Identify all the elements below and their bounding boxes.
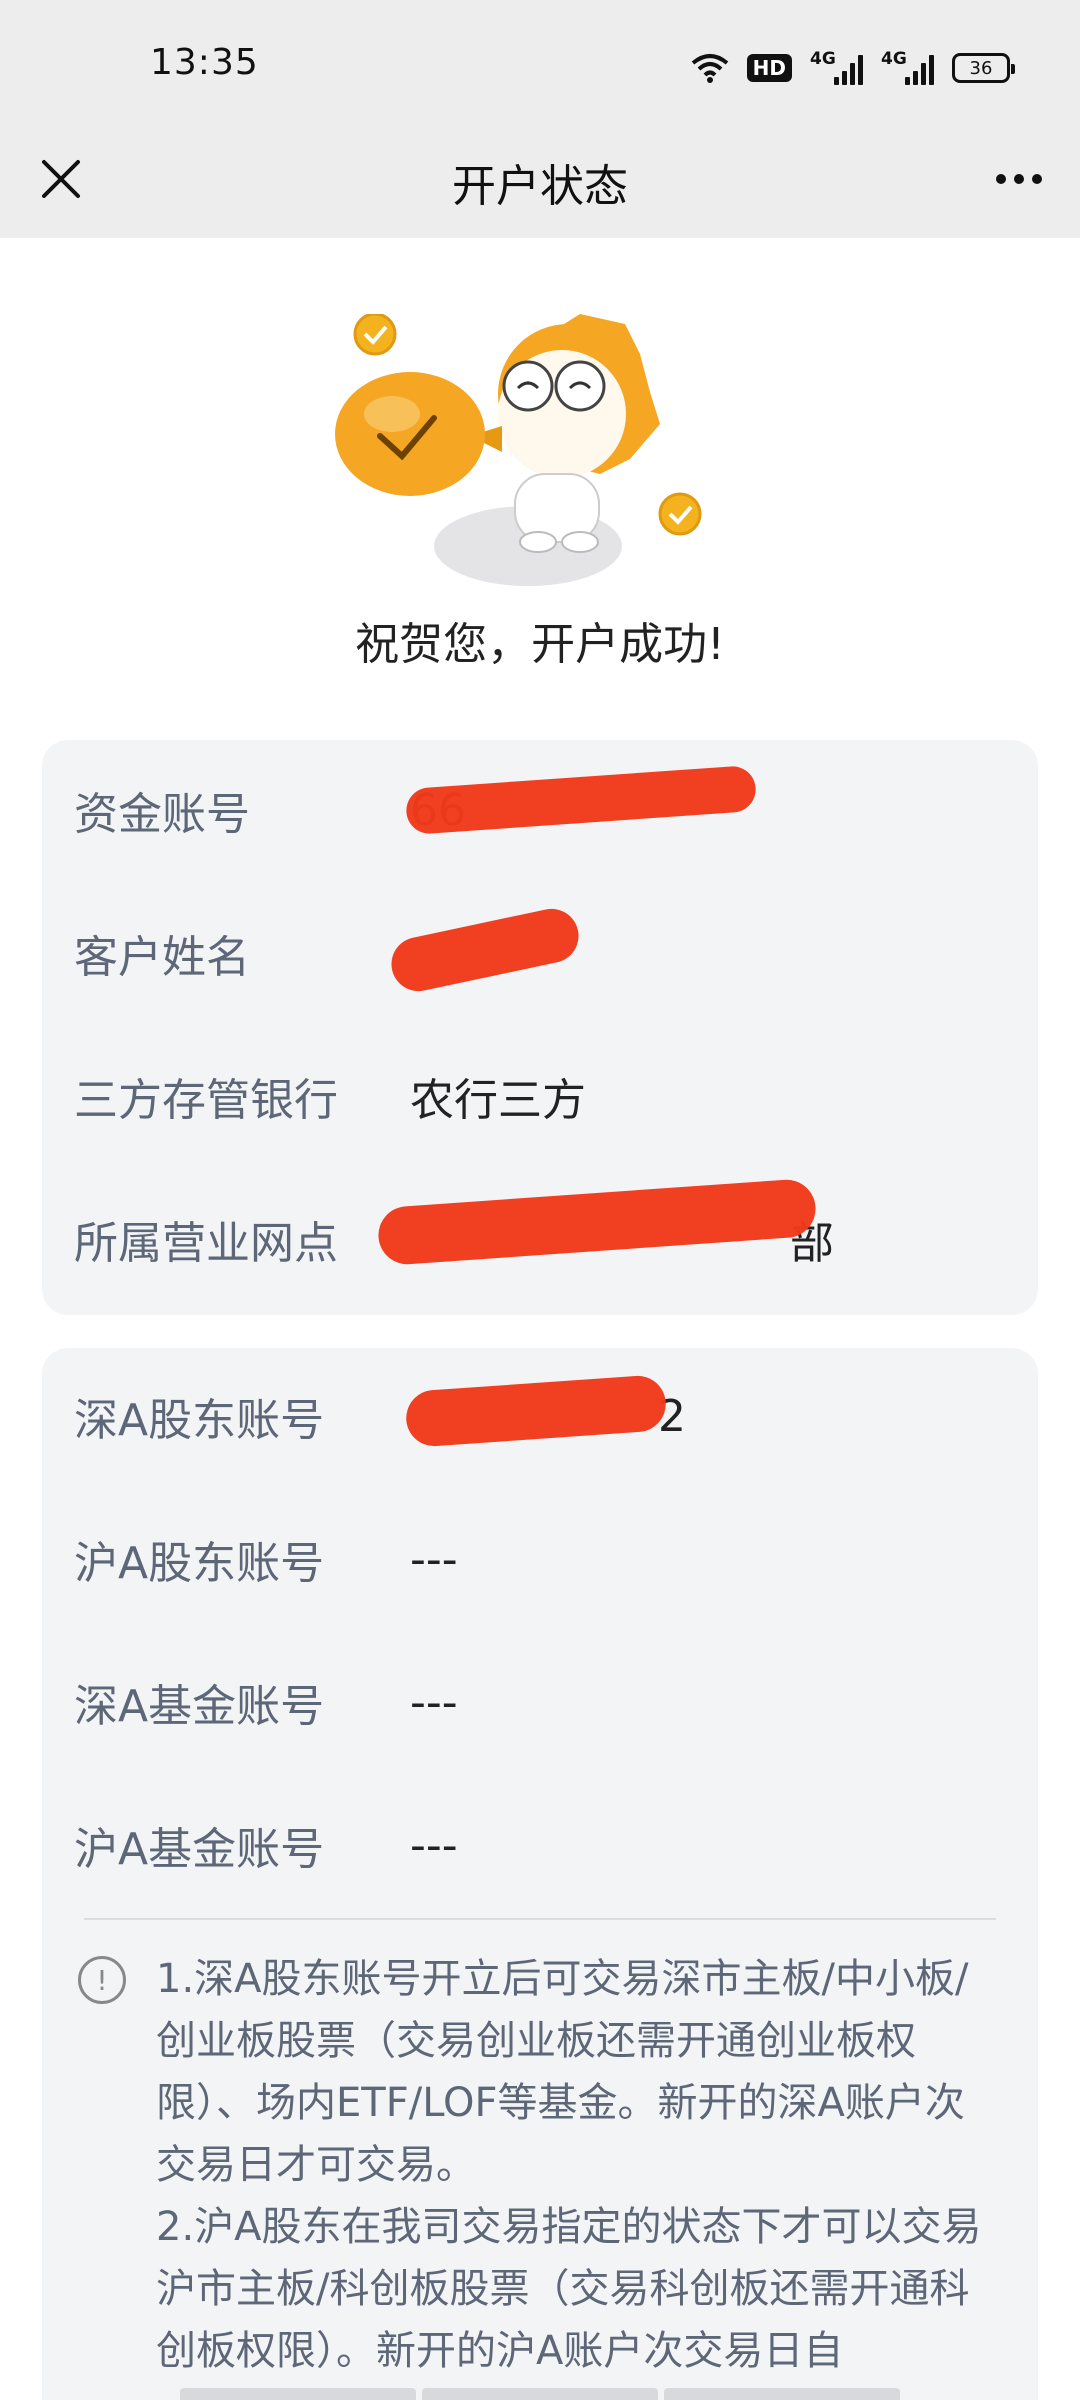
- info-row-sz-a-shareholder: 深A股东账号 2: [74, 1373, 1006, 1456]
- row-label: 客户姓名: [74, 932, 250, 983]
- info-row-sz-a-fund: 深A基金账号 ---: [74, 1662, 1006, 1742]
- redaction-mark: [404, 1373, 668, 1448]
- info-icon: !: [78, 1956, 126, 2004]
- status-bar: 13:35 HD 4G 4G 36: [0, 0, 1080, 120]
- row-value: 2: [404, 1373, 686, 1448]
- more-icon: [996, 174, 1006, 184]
- row-label: 沪A股东账号: [74, 1538, 325, 1589]
- row-value: 66: [404, 764, 758, 836]
- row-value: ---: [410, 1676, 458, 1728]
- shareholder-info-card: 深A股东账号 2 沪A股东账号 --- 深A基金账号 --- 沪A基金账号 --…: [42, 1348, 1038, 2400]
- info-row-custodian-bank: 三方存管银行 农行三方: [74, 1056, 1006, 1136]
- success-message: 祝贺您，开户成功!: [355, 619, 725, 670]
- more-button[interactable]: [984, 146, 1054, 212]
- nav-bar: 开户状态: [0, 120, 1080, 238]
- mascot-illustration: [335, 314, 702, 586]
- account-info-card: 资金账号 66 客户姓名 三方存管银行 农行三方 所属营业网点 部: [42, 740, 1038, 1315]
- notice-text: 1.深A股东账号开立后可交易深市主板/中小板/创业板股票（交易创业板还需开通创业…: [156, 1948, 988, 2382]
- bottom-toolbar-edge: [180, 2388, 900, 2400]
- row-label: 沪A基金账号: [74, 1824, 325, 1875]
- info-row-fund-account: 资金账号 66: [74, 764, 1006, 850]
- hd-icon: HD: [746, 54, 792, 82]
- row-label: 三方存管银行: [74, 1075, 338, 1126]
- info-row-branch: 所属营业网点 部: [74, 1177, 1006, 1279]
- status-icons: HD 4G 4G 36: [691, 48, 1015, 88]
- redaction-mark: [386, 903, 584, 997]
- row-value: ---: [410, 1533, 458, 1585]
- page-title: 开户状态: [452, 161, 628, 212]
- status-time: 13:35: [150, 42, 259, 83]
- battery-icon: 36: [952, 53, 1015, 83]
- notice-section: ! 1.深A股东账号开立后可交易深市主板/中小板/创业板股票（交易创业板还需开通…: [78, 1948, 988, 2382]
- notice-paragraph: 1.深A股东账号开立后可交易深市主板/中小板/创业板股票（交易创业板还需开通创业…: [156, 1956, 969, 2188]
- notice-paragraph: 2.沪A股东在我司交易指定的状态下才可以交易沪市主板/科创板股票（交易科创板还需…: [156, 2204, 982, 2374]
- row-label: 深A基金账号: [74, 1681, 325, 1732]
- row-label: 所属营业网点: [74, 1218, 338, 1269]
- row-value: 部: [376, 1177, 834, 1271]
- signal-icon: 4G: [810, 49, 863, 85]
- signal-icon: 4G: [881, 49, 934, 85]
- success-illustration: [0, 238, 1080, 598]
- network-type-label: 4G: [810, 49, 836, 69]
- row-label: 资金账号: [74, 789, 250, 840]
- redaction-mark: [404, 764, 758, 835]
- divider: [84, 1918, 996, 1920]
- row-value: 农行三方: [410, 1075, 586, 1126]
- wifi-icon: [691, 53, 729, 83]
- row-value: ---: [410, 1819, 458, 1871]
- row-label: 深A股东账号: [74, 1395, 325, 1446]
- info-row-customer-name: 客户姓名: [74, 903, 1006, 997]
- info-row-sh-a-fund: 沪A基金账号 ---: [74, 1805, 1006, 1885]
- redaction-mark: [376, 1177, 818, 1267]
- info-row-sh-a-shareholder: 沪A股东账号 ---: [74, 1519, 1006, 1599]
- network-type-label: 4G: [881, 49, 907, 69]
